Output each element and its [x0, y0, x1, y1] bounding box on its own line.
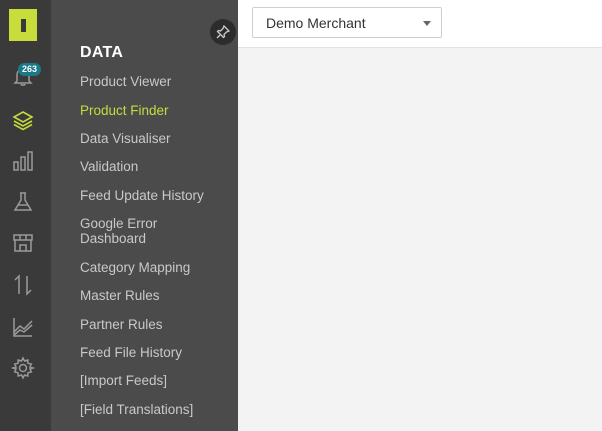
menu-item-feed-file-history[interactable]: Feed File History: [80, 345, 230, 360]
menu-item-partner-rules[interactable]: Partner Rules: [80, 317, 230, 332]
menu-item-validation[interactable]: Validation: [80, 159, 230, 174]
layers-icon[interactable]: [10, 107, 36, 133]
merchant-select[interactable]: Demo Merchant: [252, 7, 442, 38]
menu-item-product-finder[interactable]: Product Finder: [80, 103, 230, 118]
menu-item-google-error-dashboard[interactable]: Google Error Dashboard: [80, 216, 175, 246]
gear-icon[interactable]: [10, 355, 36, 381]
top-bar: Demo Merchant: [238, 0, 602, 48]
store-icon[interactable]: [10, 230, 36, 256]
merchant-select-value: Demo Merchant: [266, 15, 366, 31]
menu-item-feed-update-history[interactable]: Feed Update History: [80, 188, 230, 203]
menu-item-category-mapping[interactable]: Category Mapping: [80, 260, 230, 275]
menu-item-master-rules[interactable]: Master Rules: [80, 288, 230, 303]
menu-item-product-viewer[interactable]: Product Viewer: [80, 74, 230, 89]
data-menu-panel: DATA Product Viewer Product Finder Data …: [51, 0, 238, 431]
notification-count-badge: 263: [18, 63, 42, 76]
chevron-down-icon: [423, 21, 431, 26]
menu-item-data-visualiser[interactable]: Data Visualiser: [80, 131, 230, 146]
icon-rail: 263: [0, 0, 51, 431]
panel-title: DATA: [80, 44, 124, 61]
line-chart-icon[interactable]: [10, 314, 36, 340]
bar-chart-icon[interactable]: [10, 148, 36, 174]
menu-item-import-feeds[interactable]: [Import Feeds]: [80, 373, 230, 388]
transfer-icon[interactable]: [10, 272, 36, 298]
main-content: Demo Merchant: [238, 0, 602, 431]
logo-icon[interactable]: [9, 9, 37, 41]
menu-item-field-translations[interactable]: [Field Translations]: [80, 402, 230, 417]
flask-icon[interactable]: [10, 189, 36, 215]
pin-icon[interactable]: [210, 19, 236, 45]
